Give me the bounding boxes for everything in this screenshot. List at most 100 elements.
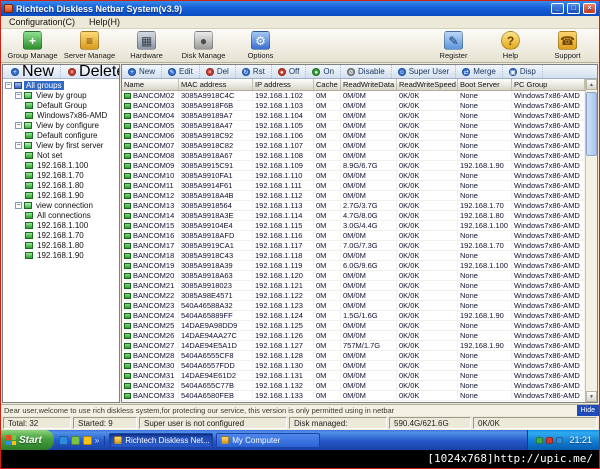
action-rst-button[interactable]: ↻ Rst <box>236 65 272 78</box>
table-row[interactable]: BANCOM06 3085A9918C92 192.168.1.106 0M 0M/0M… <box>122 131 585 141</box>
menu-help[interactable]: Help(H) <box>82 16 127 28</box>
tree-item[interactable]: 192.168.1.70 <box>3 230 119 240</box>
table-row[interactable]: BANCOM02 3085A9918C4C 192.168.1.102 0M 0M/0M… <box>122 91 585 101</box>
blue-status-icon[interactable] <box>556 436 564 444</box>
toolbar-hardware-button[interactable]: ▦ Hardware <box>118 30 175 62</box>
toolbar-group-button[interactable]: + Group Manage <box>4 30 61 62</box>
action-merge-button[interactable]: ⇄ Merge <box>456 65 503 78</box>
table-row[interactable]: BANCOM08 3085A9918A67 192.168.1.108 0M 0M/0M… <box>122 151 585 161</box>
toolbar-help-button[interactable]: ? Help <box>482 30 539 62</box>
scrollbar-track[interactable] <box>586 90 597 391</box>
tree-delete-button[interactable]: ×Delete <box>62 65 119 80</box>
tree-item[interactable]: 192.168.1.90 <box>3 250 119 260</box>
collapse-icon[interactable]: − <box>15 91 22 99</box>
close-button[interactable]: × <box>583 3 596 14</box>
action-del-button[interactable]: × Del <box>200 65 236 78</box>
table-row[interactable]: BANCOM30 5404A6557FDD 192.168.1.130 0M 0M/0M… <box>122 361 585 371</box>
ie-icon[interactable] <box>58 435 68 445</box>
table-row[interactable]: BANCOM11 3085A9914F61 192.168.1.111 0M 0M/0M… <box>122 181 585 191</box>
tree-item[interactable]: Default configure <box>3 130 119 140</box>
task-button[interactable]: My Computer <box>216 432 321 448</box>
collapse-icon[interactable]: − <box>5 81 12 89</box>
column-header-ip-address[interactable]: IP address <box>253 79 314 90</box>
tree-item[interactable]: Not set <box>3 150 119 160</box>
toolbar-disk-button[interactable]: ● Disk Manage <box>175 30 232 62</box>
action-new-button[interactable]: + New <box>122 65 163 78</box>
table-row[interactable]: BANCOM17 3085A9919CA1 192.168.1.117 0M 7.0G/… <box>122 241 585 251</box>
table-row[interactable]: BANCOM22 3085A98E4571 192.168.1.122 0M 0M/0M… <box>122 291 585 301</box>
tree-item[interactable]: Default Group <box>3 100 119 110</box>
toolbar-support-button[interactable]: ☎ Support <box>539 30 596 62</box>
table-row[interactable]: BANCOM24 5404A65889FF 192.168.1.124 0M 1.5G/… <box>122 311 585 321</box>
table-row[interactable]: BANCOM10 3085A9910FA1 192.168.1.110 0M 0M/0M… <box>122 171 585 181</box>
folder-icon[interactable] <box>82 435 92 445</box>
column-header-mac-address[interactable]: MAC address <box>179 79 253 90</box>
action-edit-button[interactable]: ✎ Edit <box>162 65 200 78</box>
table-row[interactable]: BANCOM32 5404A655C77B 192.168.1.132 0M 0M/0M… <box>122 381 585 391</box>
table-row[interactable]: BANCOM12 3085A9918A4B 192.168.1.112 0M 0M/0M… <box>122 191 585 201</box>
tree-item[interactable]: 192.168.1.100 <box>3 160 119 170</box>
collapse-icon[interactable]: − <box>15 121 22 129</box>
collapse-icon[interactable]: − <box>15 201 22 209</box>
tree-item[interactable]: 192.168.1.70 <box>3 170 119 180</box>
table-row[interactable]: BANCOM26 14DAE94AA27C 192.168.1.126 0M 0M/0M… <box>122 331 585 341</box>
table-row[interactable]: BANCOM13 3085A9918564 192.168.1.113 0M 2.7G/… <box>122 201 585 211</box>
toolbar-server-button[interactable]: ≡ Server Manage <box>61 30 118 62</box>
maximize-button[interactable]: □ <box>567 3 580 14</box>
quick-launch-overflow-icon[interactable]: » <box>95 436 99 445</box>
column-header-boot-server[interactable]: Boot Server <box>458 79 512 90</box>
minimize-button[interactable]: _ <box>551 3 564 14</box>
column-header-cache[interactable]: Cache <box>314 79 341 90</box>
tree-item[interactable]: Windows7x86-AMD <box>3 110 119 120</box>
action-disable-button[interactable]: ⊘ Disable <box>341 65 392 78</box>
table-row[interactable]: BANCOM21 3085A9918023 192.168.1.121 0M 0M/0M… <box>122 281 585 291</box>
table-row[interactable]: BANCOM20 3085A9918A63 192.168.1.120 0M 0M/0M… <box>122 271 585 281</box>
collapse-icon[interactable]: − <box>15 141 22 149</box>
column-header-name[interactable]: Name <box>122 79 179 90</box>
show-desktop-icon[interactable] <box>70 435 80 445</box>
action-on-button[interactable]: ● On <box>306 65 342 78</box>
table-row[interactable]: BANCOM28 5404A6555CF8 192.168.1.128 0M 0M/0M… <box>122 351 585 361</box>
tree-item[interactable]: 192.168.1.80 <box>3 180 119 190</box>
column-header-readwritedata[interactable]: ReadWriteData <box>341 79 397 90</box>
tree-item[interactable]: − view connection <box>3 200 119 210</box>
tree-item[interactable]: All connections <box>3 210 119 220</box>
table-row[interactable]: BANCOM09 3085A9915C91 192.168.1.109 0M 8.9G/… <box>122 161 585 171</box>
table-row[interactable]: BANCOM16 3085A9918AFD 192.168.1.116 0M 0M/0M… <box>122 231 585 241</box>
action-off-button[interactable]: ● Off <box>272 65 307 78</box>
table-row[interactable]: BANCOM14 3085A9918A3E 192.168.1.114 0M 4.7G/… <box>122 211 585 221</box>
column-header-readwritespeed[interactable]: ReadWriteSpeed <box>397 79 458 90</box>
toolbar-register-button[interactable]: ✎ Register <box>425 30 482 62</box>
table-row[interactable]: BANCOM23 540A46588A32 192.168.1.123 0M 0M/0M… <box>122 301 585 311</box>
table-row[interactable]: BANCOM03 3085A9918F6B 192.168.1.103 0M 0M/0M… <box>122 101 585 111</box>
table-row[interactable]: BANCOM18 3085A9918C43 192.168.1.118 0M 0M/0M… <box>122 251 585 261</box>
tree-item[interactable]: − View by first server <box>3 140 119 150</box>
scroll-up-button[interactable]: ▲ <box>586 79 597 90</box>
tree-item[interactable]: − View by configure <box>3 120 119 130</box>
table-row[interactable]: BANCOM04 3085A99189A7 192.168.1.104 0M 0M/0M… <box>122 111 585 121</box>
tree-item[interactable]: 192.168.1.80 <box>3 240 119 250</box>
menu-configuration[interactable]: Configuration(C) <box>2 16 82 28</box>
vertical-scrollbar[interactable]: ▲ ▼ <box>585 79 597 402</box>
tree-item[interactable]: 192.168.1.100 <box>3 220 119 230</box>
start-button[interactable]: Start <box>1 430 54 450</box>
table-row[interactable]: BANCOM07 3085A9918C82 192.168.1.107 0M 0M/0M… <box>122 141 585 151</box>
table-row[interactable]: BANCOM33 5404A6580FEB 192.168.1.133 0M 0M/0M… <box>122 391 585 401</box>
table-row[interactable]: BANCOM27 14DAE94E5A1D 192.168.1.127 0M 757M/… <box>122 341 585 351</box>
red-status-icon[interactable] <box>546 436 554 444</box>
hide-button[interactable]: Hide <box>576 405 599 416</box>
action-superuser-button[interactable]: ☺ Super User <box>392 65 457 78</box>
table-row[interactable]: BANCOM25 14DAE9A98DD9 192.168.1.125 0M 0M/0M… <box>122 321 585 331</box>
action-disp-button[interactable]: ▣ Disp <box>503 65 543 78</box>
table-row[interactable]: BANCOM19 3085A9918A39 192.168.1.119 0M 6.0G/… <box>122 261 585 271</box>
scrollbar-thumb[interactable] <box>586 92 597 156</box>
column-header-pc-group[interactable]: PC Group <box>512 79 585 90</box>
green-status-icon[interactable] <box>536 436 544 444</box>
table-row[interactable]: BANCOM31 14DAE94E61D2 192.168.1.131 0M 0M/0M… <box>122 371 585 381</box>
table-row[interactable]: BANCOM15 3085A99104E4 192.168.1.115 0M 3.0G/… <box>122 221 585 231</box>
tree-item[interactable]: − All groups <box>3 80 119 90</box>
table-row[interactable]: BANCOM05 3085A9918A47 192.168.1.105 0M 0M/0M… <box>122 121 585 131</box>
scroll-down-button[interactable]: ▼ <box>586 391 597 402</box>
tree-new-button[interactable]: + New <box>5 65 62 80</box>
toolbar-options-button[interactable]: ⚙ Options <box>232 30 289 62</box>
